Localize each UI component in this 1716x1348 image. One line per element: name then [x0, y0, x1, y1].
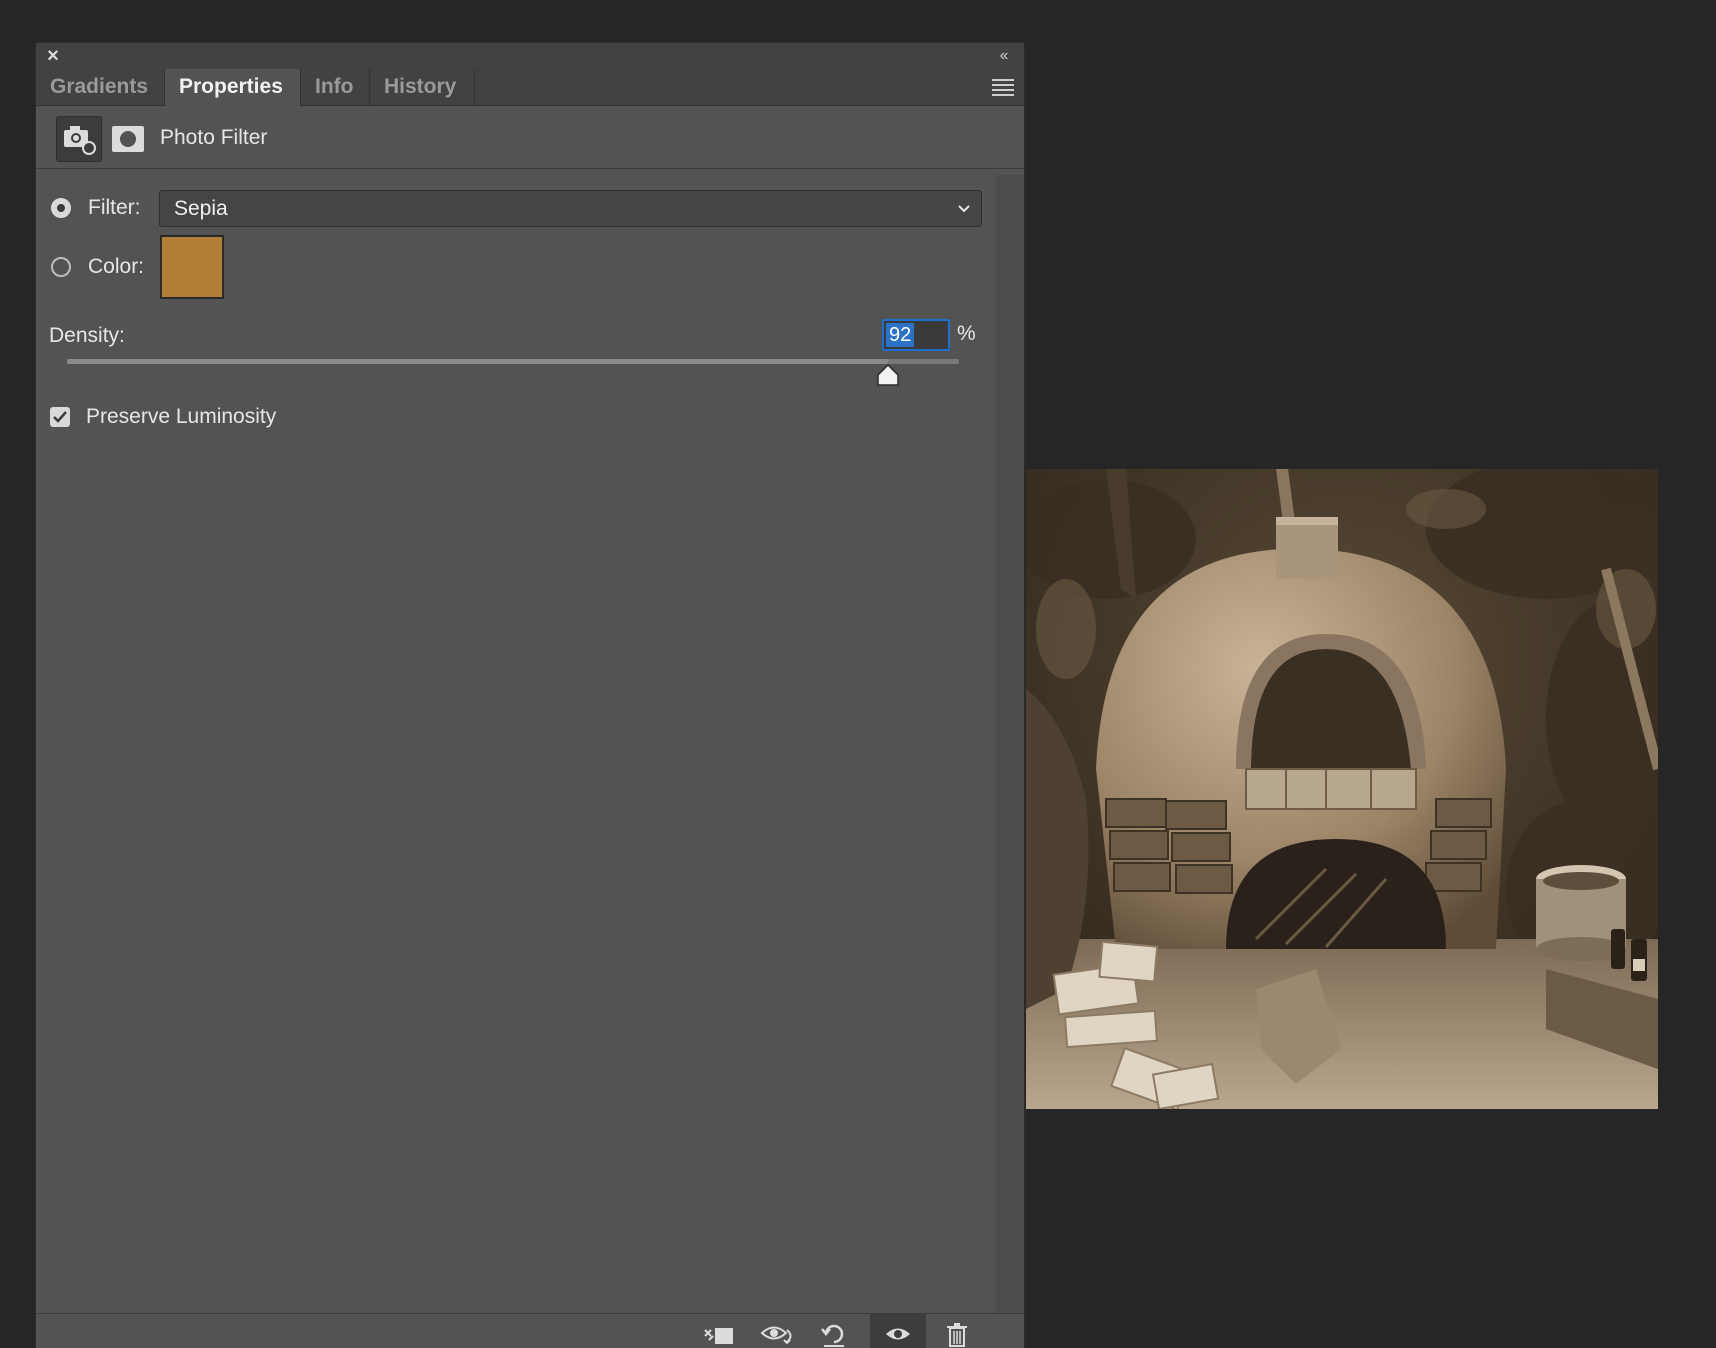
filter-select[interactable]: Sepia	[159, 190, 982, 227]
density-value: 92	[886, 323, 915, 347]
density-slider-thumb[interactable]	[876, 363, 900, 387]
preserve-luminosity-label: Preserve Luminosity	[86, 405, 277, 428]
trash-icon[interactable]	[939, 1320, 975, 1348]
visibility-eye-icon	[886, 1328, 910, 1340]
collapse-panel-icon[interactable]: ‹‹	[992, 47, 1014, 65]
density-label: Density:	[49, 324, 125, 347]
properties-bottom-toolbar	[36, 1313, 1024, 1348]
tab-info[interactable]: Info	[301, 69, 370, 105]
filter-radio[interactable]	[51, 198, 71, 218]
layer-mask-icon[interactable]	[111, 125, 145, 153]
density-unit: %	[957, 322, 976, 345]
panel-scrollbar[interactable]	[996, 175, 1024, 1348]
tab-gradients[interactable]: Gradients	[36, 69, 165, 105]
panel-tab-bar: Gradients Properties Info History	[36, 69, 1024, 106]
filter-selected-value: Sepia	[174, 197, 228, 220]
checkmark-icon	[53, 411, 67, 423]
preserve-luminosity-checkbox[interactable]	[50, 407, 70, 427]
reset-icon[interactable]	[816, 1320, 852, 1348]
tab-history[interactable]: History	[370, 69, 475, 105]
view-previous-state-icon[interactable]	[759, 1320, 795, 1348]
panel-titlebar: × ‹‹	[36, 43, 1024, 69]
color-swatch[interactable]	[160, 235, 224, 299]
adjustment-title: Photo Filter	[160, 126, 268, 149]
clip-to-layer-icon[interactable]	[701, 1320, 737, 1348]
adjustment-camera-icon[interactable]	[56, 116, 102, 162]
tab-properties[interactable]: Properties	[165, 69, 301, 106]
density-slider-fill	[67, 359, 888, 364]
properties-panel: × ‹‹ Gradients Properties Info History P…	[35, 42, 1025, 1348]
panel-menu-icon[interactable]	[992, 79, 1014, 96]
color-label: Color:	[88, 255, 145, 278]
properties-header: Photo Filter	[36, 106, 1024, 169]
density-input[interactable]: 92	[882, 319, 950, 351]
visibility-toggle-button[interactable]	[870, 1314, 926, 1348]
chevron-down-icon	[958, 205, 970, 213]
color-radio[interactable]	[51, 257, 71, 277]
filter-label: Filter:	[88, 196, 141, 219]
close-panel-icon[interactable]: ×	[44, 46, 62, 66]
density-slider-track[interactable]	[67, 359, 959, 364]
document-image[interactable]	[1026, 469, 1658, 1109]
